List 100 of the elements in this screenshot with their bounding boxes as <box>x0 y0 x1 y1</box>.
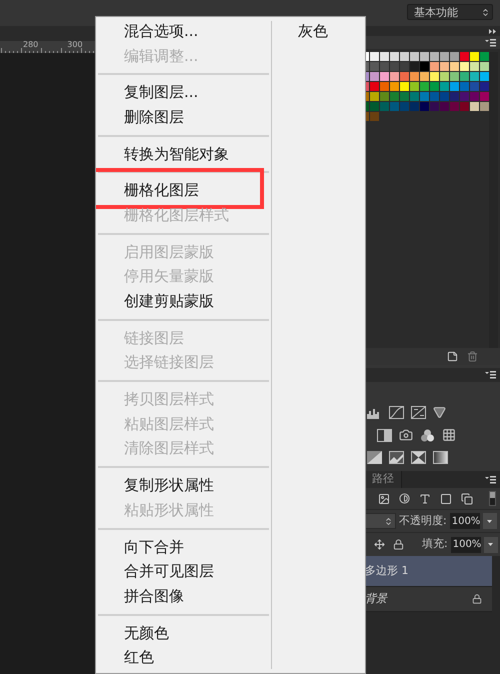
workspace-dropdown[interactable]: 基本功能 <box>407 4 493 20</box>
color-swatch[interactable] <box>370 62 379 71</box>
color-swatch[interactable] <box>450 72 459 81</box>
fill-field[interactable]: 100% <box>450 536 481 552</box>
color-swatch[interactable] <box>420 52 429 61</box>
panel-menu-icon[interactable] <box>485 38 496 46</box>
color-swatch[interactable] <box>390 62 399 71</box>
color-swatch[interactable] <box>440 92 449 101</box>
color-swatch[interactable] <box>460 92 469 101</box>
menu-item[interactable]: 拼合图像 <box>124 588 184 604</box>
color-swatch[interactable] <box>380 82 389 91</box>
color-swatch[interactable] <box>450 82 459 91</box>
color-swatch[interactable] <box>450 102 459 111</box>
exposure-icon[interactable] <box>411 406 426 419</box>
color-swatch[interactable] <box>370 82 379 91</box>
color-swatch[interactable] <box>380 72 389 81</box>
color-swatch[interactable] <box>380 92 389 101</box>
half-circle-icon[interactable] <box>399 493 410 504</box>
color-swatch[interactable] <box>410 92 419 101</box>
blend-mode-dropdown[interactable] <box>365 513 396 529</box>
color-swatch[interactable] <box>370 72 379 81</box>
color-swatch[interactable] <box>420 82 429 91</box>
color-swatch[interactable] <box>400 102 409 111</box>
color-swatch[interactable] <box>460 72 469 81</box>
histogram-icon[interactable] <box>367 406 382 419</box>
color-swatch[interactable] <box>420 62 429 71</box>
color-swatch[interactable] <box>370 52 379 61</box>
color-swatch[interactable] <box>480 62 489 71</box>
type-icon[interactable] <box>419 492 431 504</box>
color-swatch[interactable] <box>430 92 439 101</box>
lock-icon[interactable] <box>393 539 404 550</box>
color-swatch[interactable] <box>480 72 489 81</box>
gradient-icon[interactable] <box>433 451 448 464</box>
color-swatch[interactable] <box>410 72 419 81</box>
color-swatch[interactable] <box>400 72 409 81</box>
panel-menu-icon[interactable] <box>485 476 496 484</box>
color-swatch[interactable] <box>380 52 389 61</box>
menu-item[interactable]: 红色 <box>124 650 154 666</box>
color-swatch[interactable] <box>470 72 479 81</box>
color-swatch[interactable] <box>420 102 429 111</box>
triangle-icon[interactable] <box>433 406 446 419</box>
color-swatch[interactable] <box>390 52 399 61</box>
menu-item[interactable]: 向下合并 <box>124 540 184 555</box>
color-swatch[interactable] <box>400 52 409 61</box>
menu-item[interactable]: 创建剪贴蒙版 <box>124 294 214 310</box>
panel-menu-icon[interactable] <box>485 371 496 379</box>
color-swatch[interactable] <box>470 82 479 91</box>
color-swatch[interactable] <box>440 52 449 61</box>
panel-tab[interactable]: 路径 <box>365 471 402 488</box>
color-swatch[interactable] <box>470 62 479 71</box>
color-swatch[interactable] <box>440 102 449 111</box>
color-swatch[interactable] <box>400 92 409 101</box>
menu-item[interactable]: 转换为智能对象 <box>124 146 229 162</box>
move-icon[interactable] <box>374 539 385 550</box>
posterize-icon[interactable] <box>389 451 404 464</box>
color-swatch[interactable] <box>380 62 389 71</box>
color-swatch[interactable] <box>470 52 479 61</box>
three-circles-icon[interactable] <box>420 428 435 442</box>
color-swatch[interactable] <box>430 52 439 61</box>
new-page-icon[interactable] <box>447 351 458 362</box>
color-swatch[interactable] <box>440 72 449 81</box>
color-swatch[interactable] <box>460 102 469 111</box>
color-swatch[interactable] <box>470 102 479 111</box>
menu-item[interactable]: 合并可见图层 <box>124 564 214 580</box>
color-swatch[interactable] <box>370 112 379 121</box>
color-swatch[interactable] <box>440 62 449 71</box>
grid-icon[interactable] <box>442 428 456 442</box>
color-swatch[interactable] <box>410 62 419 71</box>
color-swatch[interactable] <box>390 102 399 111</box>
menu-item[interactable]: 灰色 <box>298 24 328 39</box>
color-swatch[interactable] <box>380 102 389 111</box>
double-arrow-icon[interactable] <box>489 28 496 34</box>
scrollbar[interactable] <box>489 52 498 348</box>
color-swatch[interactable] <box>400 62 409 71</box>
color-swatch[interactable] <box>440 82 449 91</box>
image-icon[interactable] <box>378 492 390 504</box>
camera-icon[interactable] <box>399 428 413 442</box>
color-swatch[interactable] <box>470 92 479 101</box>
color-swatch[interactable] <box>460 52 469 61</box>
color-swatch[interactable] <box>460 82 469 91</box>
color-swatch[interactable] <box>430 62 439 71</box>
color-swatch[interactable] <box>430 102 439 111</box>
color-swatch[interactable] <box>410 52 419 61</box>
color-swatch[interactable] <box>430 82 439 91</box>
color-swatch[interactable] <box>370 92 379 101</box>
trash-icon[interactable] <box>467 351 478 362</box>
copy-icon[interactable] <box>461 492 473 504</box>
diagonal-square-icon[interactable] <box>367 451 382 464</box>
dropdown-button[interactable] <box>482 513 497 529</box>
menu-item[interactable]: 无颜色 <box>124 626 169 641</box>
color-swatch[interactable] <box>390 72 399 81</box>
menu-item[interactable]: 复制图层... <box>124 85 198 100</box>
menu-item[interactable]: 复制形状属性 <box>124 478 214 494</box>
color-swatch[interactable] <box>450 62 459 71</box>
curve-graph-icon[interactable] <box>389 406 404 419</box>
color-swatch[interactable] <box>480 102 489 111</box>
menu-item[interactable]: 栅格化图层 <box>124 183 199 198</box>
color-swatch[interactable] <box>420 92 429 101</box>
color-swatch[interactable] <box>460 62 469 71</box>
color-swatch[interactable] <box>430 72 439 81</box>
